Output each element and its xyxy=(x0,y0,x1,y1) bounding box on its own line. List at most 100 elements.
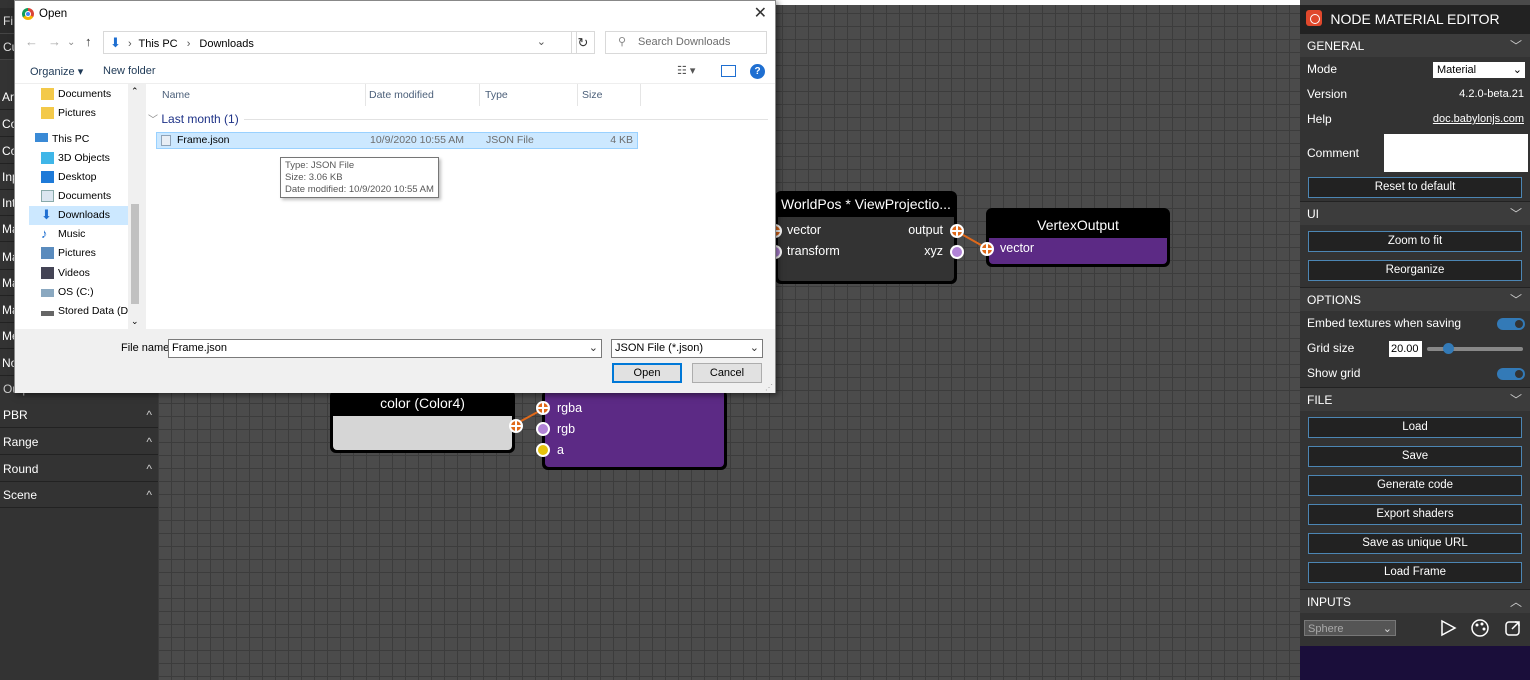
port-xyz-out[interactable] xyxy=(950,245,964,259)
section-file[interactable]: FILE ﹀ xyxy=(1300,387,1530,411)
resize-grip-icon[interactable]: ⋰ xyxy=(765,383,773,392)
tree-item-3d-objects[interactable]: 3D Objects xyxy=(29,149,140,168)
chevron-down-icon[interactable]: ⌄ xyxy=(67,37,75,48)
load-frame-button[interactable]: Load Frame xyxy=(1308,562,1522,583)
category-pbr[interactable]: PBR ^ xyxy=(0,402,158,428)
cancel-button[interactable]: Cancel xyxy=(692,363,762,383)
port-rgba-in[interactable] xyxy=(536,401,550,415)
port-output-out[interactable] xyxy=(950,224,964,238)
forward-arrow-icon[interactable]: → xyxy=(48,34,61,49)
preview-pane-icon[interactable] xyxy=(721,65,736,77)
refresh-button[interactable]: ↻ xyxy=(571,31,595,54)
help-label: Help xyxy=(1307,112,1332,126)
back-arrow-icon[interactable]: ← xyxy=(25,34,38,49)
show-grid-toggle[interactable] xyxy=(1497,368,1525,380)
file-list[interactable]: Name Date modified Type Size ﹀ Last mont… xyxy=(146,84,775,329)
category-scene[interactable]: Scene ^ xyxy=(0,482,158,508)
chevron-down-icon[interactable]: ⌄ xyxy=(537,32,546,53)
search-input[interactable]: ⚲ Search Downloads xyxy=(605,31,767,54)
desktop-icon xyxy=(41,171,54,183)
help-link[interactable]: doc.babylonjs.com xyxy=(1433,107,1524,132)
section-general[interactable]: GENERAL ﹀ xyxy=(1300,33,1530,57)
tree-scrollbar[interactable]: ⌃ ⌄ xyxy=(128,84,142,329)
port-vector-in[interactable] xyxy=(980,242,994,256)
tree-item-desktop[interactable]: Desktop xyxy=(29,168,140,187)
column-date-modified[interactable]: Date modified xyxy=(365,84,480,106)
breadcrumb-downloads[interactable]: Downloads xyxy=(199,38,253,50)
column-size[interactable]: Size xyxy=(578,84,641,106)
mode-select[interactable]: Material ⌄ xyxy=(1433,62,1525,78)
popout-icon[interactable] xyxy=(1504,619,1522,637)
palette-icon[interactable] xyxy=(1470,619,1490,637)
reorganize-button[interactable]: Reorganize xyxy=(1308,260,1522,281)
column-type[interactable]: Type xyxy=(481,84,578,106)
export-shaders-button[interactable]: Export shaders xyxy=(1308,504,1522,525)
zoom-to-fit-button[interactable]: Zoom to fit xyxy=(1308,231,1522,252)
organize-menu[interactable]: Organize ▾ xyxy=(30,65,83,78)
open-button[interactable]: Open xyxy=(612,363,682,383)
mesh-select[interactable]: Sphere ⌄ xyxy=(1304,620,1396,636)
color-swatch[interactable] xyxy=(333,416,512,450)
port-output-out[interactable] xyxy=(509,419,523,433)
group-label: Last month (1) xyxy=(161,112,239,126)
port-rgb-in[interactable] xyxy=(536,422,550,436)
play-icon[interactable] xyxy=(1439,619,1457,637)
panel-header: NODE MATERIAL EDITOR xyxy=(1300,5,1530,33)
embed-row: Embed textures when saving xyxy=(1300,311,1530,336)
save-button[interactable]: Save xyxy=(1308,446,1522,467)
embed-toggle[interactable] xyxy=(1497,318,1525,330)
help-icon[interactable]: ? xyxy=(750,64,765,79)
node-vertex-output[interactable]: VertexOutput vector xyxy=(980,208,1170,267)
tree-item-videos[interactable]: Videos xyxy=(29,264,140,283)
close-icon[interactable]: ✕ xyxy=(754,4,767,24)
dialog-title: Open xyxy=(39,8,68,20)
tree-item-downloads[interactable]: ⬇ Downloads xyxy=(29,206,140,225)
new-folder-button[interactable]: New folder xyxy=(103,65,156,77)
file-type: JSON File xyxy=(486,134,534,146)
file-type-select[interactable]: JSON File (*.json) ⌄ xyxy=(611,339,763,358)
reset-button[interactable]: Reset to default xyxy=(1308,177,1522,198)
chevron-down-icon[interactable]: ⌄ xyxy=(589,340,598,357)
tree-item-stored-data[interactable]: Stored Data (D:) xyxy=(29,302,140,321)
section-inputs[interactable]: INPUTS ︿ xyxy=(1300,589,1530,613)
column-name[interactable]: Name xyxy=(158,84,366,106)
address-bar[interactable]: ⬇ › This PC › Downloads ⌄ xyxy=(103,31,577,54)
comment-textarea[interactable] xyxy=(1384,134,1528,172)
tree-label: Stored Data (D:) xyxy=(58,305,135,317)
file-name-input[interactable]: Frame.json ⌄ xyxy=(168,339,602,358)
category-range[interactable]: Range ^ xyxy=(0,429,158,455)
node-worldpos-viewprojection[interactable]: WorldPos * ViewProjectio... vector trans… xyxy=(768,191,964,284)
preview-viewport[interactable] xyxy=(1300,646,1530,680)
section-options[interactable]: OPTIONS ﹀ xyxy=(1300,287,1530,311)
node-fragment-output[interactable]: rgba rgb a xyxy=(536,390,727,470)
scroll-up-icon[interactable]: ⌃ xyxy=(131,86,139,97)
tree-label: OS (C:) xyxy=(58,286,94,298)
scroll-down-icon[interactable]: ⌄ xyxy=(131,316,139,327)
save-unique-url-button[interactable]: Save as unique URL xyxy=(1308,533,1522,554)
tree-item-documents[interactable]: Documents xyxy=(29,85,140,104)
section-ui[interactable]: UI ﹀ xyxy=(1300,201,1530,225)
node-color[interactable]: color (Color4) xyxy=(330,390,523,453)
generate-code-button[interactable]: Generate code xyxy=(1308,475,1522,496)
tree-item-os-c[interactable]: OS (C:) xyxy=(29,283,140,302)
mode-row: Mode Material ⌄ xyxy=(1300,57,1530,82)
port-a-in[interactable] xyxy=(536,443,550,457)
breadcrumb-this-pc[interactable]: This PC xyxy=(139,38,178,50)
chevron-up-icon: ^ xyxy=(146,408,152,422)
scrollbar-thumb[interactable] xyxy=(131,204,139,304)
view-options-icon[interactable]: ☷ ▾ xyxy=(677,64,695,77)
grid-size-slider-thumb[interactable] xyxy=(1443,343,1454,354)
tree-item-pictures[interactable]: Pictures xyxy=(29,104,140,123)
tree-label: 3D Objects xyxy=(58,152,110,164)
group-header[interactable]: ﹀ Last month (1) xyxy=(148,110,768,128)
file-row[interactable]: Frame.json 10/9/2020 10:55 AM JSON File … xyxy=(156,132,638,149)
grid-size-slider[interactable] xyxy=(1427,347,1523,351)
grid-size-input[interactable]: 20.00 xyxy=(1389,341,1422,357)
tree-item-pictures-pc[interactable]: Pictures xyxy=(29,244,140,263)
tree-item-music[interactable]: ♪ Music xyxy=(29,225,140,244)
tree-item-this-pc[interactable]: This PC xyxy=(19,130,130,149)
load-button[interactable]: Load xyxy=(1308,417,1522,438)
up-arrow-icon[interactable]: ↑ xyxy=(85,34,92,49)
tree-item-documents-pc[interactable]: Documents xyxy=(29,187,140,206)
category-round[interactable]: Round ^ xyxy=(0,456,158,482)
